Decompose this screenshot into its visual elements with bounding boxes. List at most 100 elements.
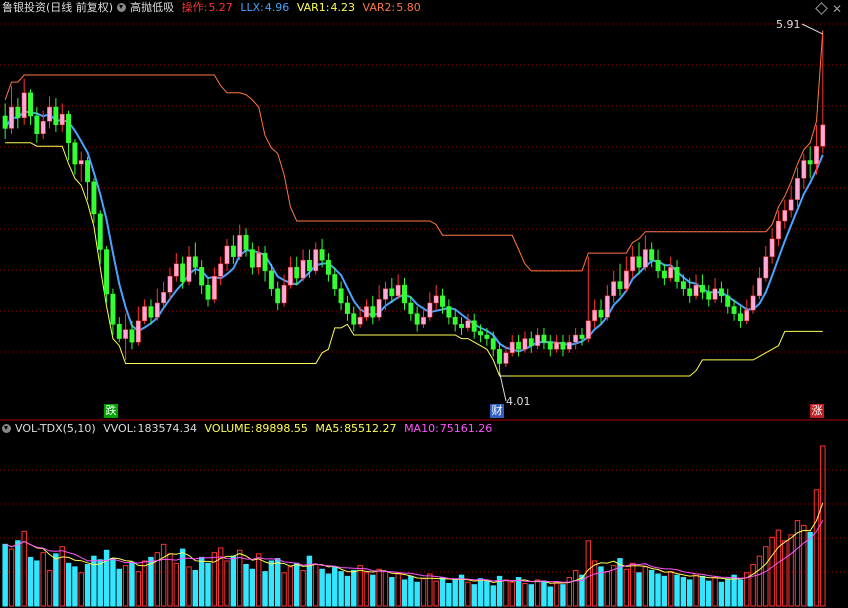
candle-body: [351, 313, 357, 325]
volume-bar: [414, 581, 420, 607]
candle-body: [807, 160, 813, 165]
volume-bar: [515, 577, 522, 607]
candle-body: [376, 299, 382, 318]
mark-fall[interactable]: 跌: [104, 404, 118, 418]
mark-finance[interactable]: 财: [490, 404, 504, 418]
volume-bar: [230, 555, 237, 607]
volume-bar: [699, 575, 706, 607]
volume-bar: [262, 571, 268, 607]
candle-body: [693, 284, 699, 297]
volume-bar: [59, 546, 65, 607]
volume-bar: [522, 582, 528, 607]
close-icon[interactable]: ✕: [832, 2, 842, 16]
candle-body: [459, 324, 465, 329]
volume-bar: [306, 555, 313, 607]
volume-bar: [433, 580, 439, 607]
volume-bar: [389, 577, 395, 607]
var2-line: [4, 30, 824, 272]
candle-body: [344, 302, 350, 314]
candle-body: [142, 306, 148, 322]
candle-body: [655, 259, 661, 272]
volume-bar: [167, 553, 173, 607]
vol-indicator[interactable]: VOL-TDX(5,10): [15, 422, 96, 435]
high-price-label: 5.91: [776, 18, 801, 31]
volume-bar: [370, 574, 376, 607]
candle-body: [706, 292, 712, 300]
volume-bar: [788, 534, 794, 607]
candle-body: [547, 341, 553, 350]
vol-label-2: MA5:: [315, 422, 344, 435]
candle-body: [433, 295, 439, 304]
candle-body: [357, 316, 363, 325]
volume-bar: [300, 569, 306, 607]
candle-body: [446, 306, 452, 318]
stock-chart: [0, 23, 848, 607]
candle-body: [516, 341, 522, 350]
volume-bar: [281, 572, 287, 607]
volume-bar: [236, 549, 243, 607]
candle-body: [630, 256, 636, 272]
candle-body: [218, 263, 224, 277]
volume-bar: [560, 584, 566, 607]
chevron-down-icon[interactable]: [2, 424, 11, 433]
candle-body: [338, 288, 344, 304]
candle-body: [478, 331, 484, 336]
volume-bar: [503, 579, 509, 607]
low-price-label: 4.01: [506, 395, 531, 408]
volume-bar: [192, 569, 199, 607]
volume-bar: [471, 584, 477, 607]
volume-bar: [528, 584, 534, 607]
volume-bar: [249, 568, 256, 607]
candle-body: [186, 256, 192, 282]
vol-label-0: VVOL:: [103, 422, 137, 435]
candle-body: [750, 295, 756, 311]
volume-bar: [34, 560, 40, 607]
candle-body: [161, 292, 167, 304]
chevron-down-icon[interactable]: [117, 3, 127, 12]
candle-body: [110, 293, 116, 325]
volume-bar: [712, 577, 718, 607]
candle-body: [268, 270, 274, 289]
candle-body: [300, 259, 306, 279]
volume-bar: [338, 571, 344, 607]
volume-panel-header: VOL-TDX(5,10) VVOL:183574.34 VOLUME:8989…: [2, 421, 496, 437]
volume-bar: [40, 552, 46, 607]
candle-body: [224, 245, 230, 265]
candle-body: [129, 329, 135, 343]
candle-body: [211, 275, 217, 300]
volume-bar: [452, 579, 458, 607]
item-value-3: 5.80: [396, 1, 421, 14]
candle-body: [801, 160, 807, 179]
candle-body: [642, 249, 648, 268]
volume-bar: [750, 564, 756, 607]
candle-body: [687, 288, 693, 297]
candle-body: [756, 277, 762, 297]
candle-body: [509, 341, 515, 354]
item-label-0: 操作:: [181, 1, 208, 14]
volume-bar: [706, 580, 712, 607]
candle-body: [611, 281, 617, 297]
candle-body: [262, 252, 268, 272]
candle-body: [522, 338, 528, 350]
volume-bar: [91, 555, 97, 607]
candle-body: [440, 295, 445, 307]
volume-bar: [401, 579, 408, 607]
candle-body: [414, 313, 420, 325]
candle-body: [389, 288, 395, 297]
candle-body: [249, 249, 255, 268]
volume-bar: [103, 549, 110, 607]
volume-bar: [141, 560, 148, 607]
mark-rise[interactable]: 涨: [810, 404, 824, 418]
candle-body: [21, 92, 27, 118]
volume-bar: [661, 575, 668, 607]
candle-body: [680, 281, 686, 289]
candle-body: [788, 199, 794, 211]
candle-body: [40, 121, 46, 135]
volume-bar: [465, 581, 471, 607]
volume-bar: [553, 581, 560, 607]
volume-bar: [490, 585, 496, 607]
candle-body: [383, 288, 388, 300]
indicator-name[interactable]: 高抛低吸: [130, 1, 174, 14]
item-value-1: 4.96: [264, 1, 290, 14]
candle-body: [402, 284, 407, 304]
